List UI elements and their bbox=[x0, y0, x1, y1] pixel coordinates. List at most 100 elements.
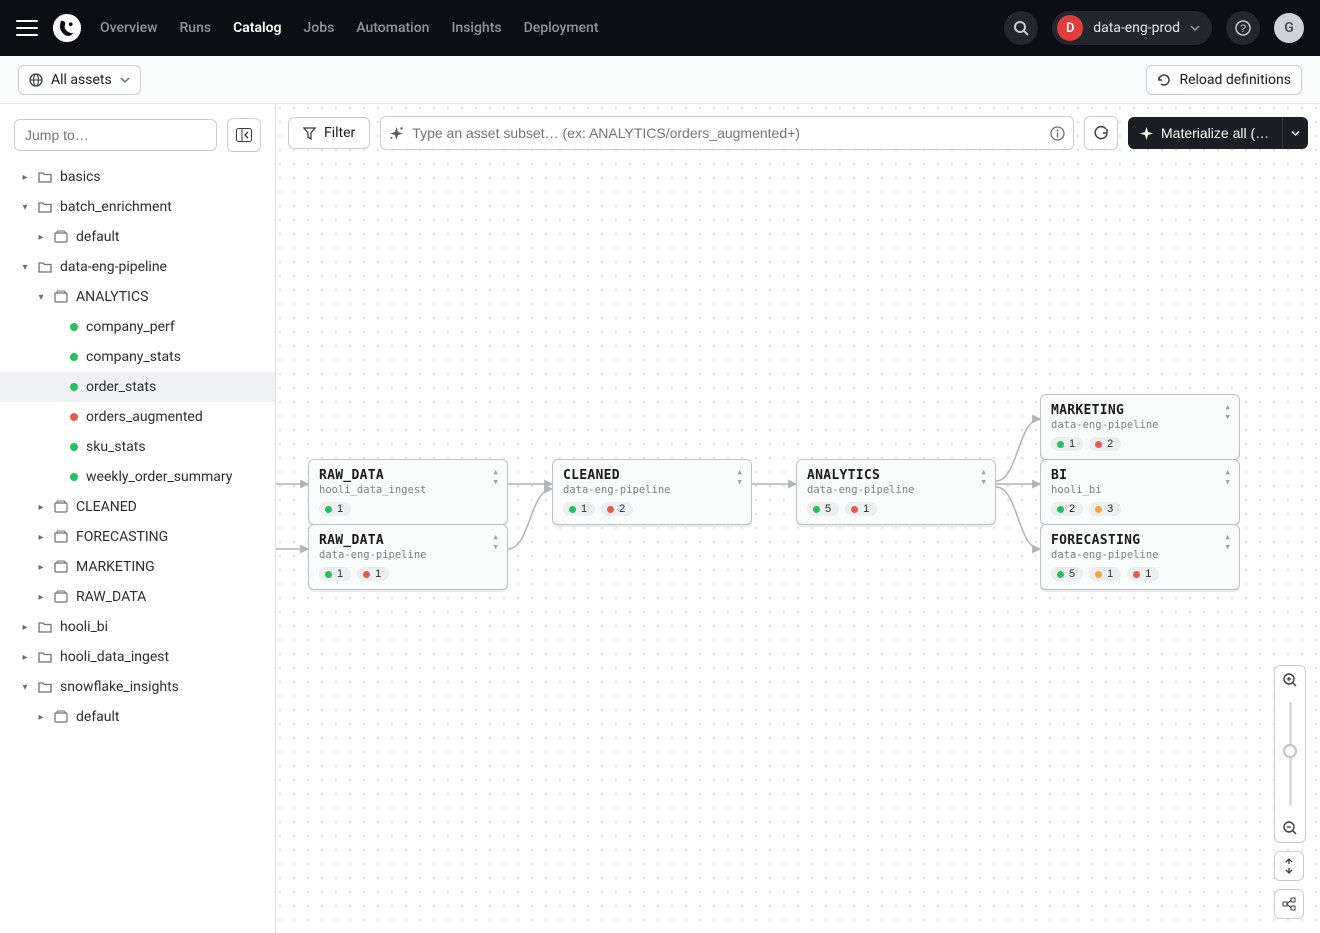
zoom-slider[interactable] bbox=[1275, 694, 1305, 814]
caret-down-icon: ▾ bbox=[20, 202, 30, 213]
nav-link-runs[interactable]: Runs bbox=[179, 20, 211, 36]
materialize-menu-button[interactable] bbox=[1282, 117, 1308, 149]
zoom-slider-thumb[interactable] bbox=[1283, 744, 1297, 758]
svg-text:?: ? bbox=[1240, 23, 1246, 35]
node-expand-button[interactable]: ▴▾ bbox=[1224, 467, 1231, 487]
zoom-slider-group bbox=[1274, 665, 1306, 843]
tree-item-cleaned[interactable]: ▸CLEANED bbox=[0, 492, 275, 522]
nav-link-deployment[interactable]: Deployment bbox=[524, 20, 599, 36]
layout-button[interactable] bbox=[1274, 889, 1304, 919]
subset-input[interactable] bbox=[412, 125, 1042, 141]
collapse-sidebar-button[interactable] bbox=[227, 118, 261, 152]
tree-item-weekly-order-summary[interactable]: weekly_order_summary bbox=[0, 462, 275, 492]
search-button[interactable] bbox=[1004, 11, 1038, 45]
tree-item-default[interactable]: ▸default bbox=[0, 222, 275, 252]
node-badges: 51 bbox=[807, 502, 985, 516]
node-badges: 23 bbox=[1051, 502, 1229, 516]
tree-item-company-perf[interactable]: company_perf bbox=[0, 312, 275, 342]
tree-item-hooli-bi[interactable]: ▸hooli_bi bbox=[0, 612, 275, 642]
tree-item-batch-enrichment[interactable]: ▾ batch_enrichment bbox=[0, 192, 275, 222]
fit-vertical-button[interactable] bbox=[1274, 851, 1304, 881]
caret-right-icon: ▸ bbox=[20, 172, 30, 183]
node-title: RAW_DATA bbox=[319, 533, 497, 548]
graph-node-forecasting[interactable]: FORECASTINGdata-eng-pipeline511▴▾ bbox=[1040, 524, 1240, 590]
assets-scope-button[interactable]: All assets bbox=[18, 65, 141, 95]
tree-item-label: batch_enrichment bbox=[60, 199, 172, 215]
tree-item-label: orders_augmented bbox=[86, 409, 203, 425]
subset-input-container bbox=[380, 116, 1074, 150]
graph-area[interactable]: Filter Materialize all (30)… bbox=[276, 104, 1320, 933]
workspace-selector[interactable]: D data-eng-prod bbox=[1052, 11, 1212, 45]
node-expand-button[interactable]: ▴▾ bbox=[980, 467, 987, 487]
graph-node-raw2[interactable]: RAW_DATAdata-eng-pipeline11▴▾ bbox=[308, 524, 508, 590]
node-expand-button[interactable]: ▴▾ bbox=[1224, 532, 1231, 552]
help-button[interactable]: ? bbox=[1226, 11, 1260, 45]
status-badge: 1 bbox=[563, 502, 595, 516]
search-icon bbox=[1013, 20, 1029, 36]
tree-item-sku-stats[interactable]: sku_stats bbox=[0, 432, 275, 462]
status-badge: 2 bbox=[1089, 437, 1121, 451]
node-title: FORECASTING bbox=[1051, 533, 1229, 548]
nav-link-jobs[interactable]: Jobs bbox=[304, 20, 335, 36]
refresh-graph-button[interactable] bbox=[1084, 116, 1118, 150]
graph-node-analytics[interactable]: ANALYTICSdata-eng-pipeline51▴▾ bbox=[796, 459, 996, 525]
tree-item-forecasting[interactable]: ▸FORECASTING bbox=[0, 522, 275, 552]
reload-definitions-button[interactable]: Reload definitions bbox=[1146, 65, 1302, 95]
tree-item-snowflake-insights[interactable]: ▾snowflake_insights bbox=[0, 672, 275, 702]
nav-link-automation[interactable]: Automation bbox=[356, 20, 429, 36]
status-badge: 5 bbox=[1051, 567, 1083, 581]
materialize-label: Materialize all (30)… bbox=[1161, 125, 1270, 141]
group-icon bbox=[54, 590, 68, 604]
materialize-all-button[interactable]: Materialize all (30)… bbox=[1128, 117, 1282, 149]
graph-canvas[interactable]: RAW_DATAhooli_data_ingest1▴▾ RAW_DATAdata… bbox=[276, 159, 1320, 933]
status-badge: 2 bbox=[601, 502, 633, 516]
node-expand-button[interactable]: ▴▾ bbox=[492, 467, 499, 487]
jump-to-input[interactable] bbox=[14, 119, 217, 151]
node-expand-button[interactable]: ▴▾ bbox=[736, 467, 743, 487]
node-title: BI bbox=[1051, 468, 1229, 483]
tree-item-analytics[interactable]: ▾ANALYTICS bbox=[0, 282, 275, 312]
node-subtitle: data-eng-pipeline bbox=[1051, 549, 1229, 561]
tree-item-raw-data[interactable]: ▸RAW_DATA bbox=[0, 582, 275, 612]
zoom-in-button[interactable] bbox=[1275, 666, 1305, 694]
filter-button[interactable]: Filter bbox=[288, 117, 370, 149]
node-badges: 11 bbox=[319, 567, 497, 581]
reload-icon bbox=[1157, 73, 1171, 87]
tree-item-marketing[interactable]: ▸MARKETING bbox=[0, 552, 275, 582]
tree-item-basics[interactable]: ▸basics bbox=[0, 162, 275, 192]
info-icon[interactable] bbox=[1050, 126, 1065, 141]
tree-item-default[interactable]: ▸default bbox=[0, 702, 275, 732]
tree-item-company-stats[interactable]: company_stats bbox=[0, 342, 275, 372]
node-subtitle: hooli_data_ingest bbox=[319, 484, 497, 496]
content: ▸basics▾batch_enrichment▸default▾data-en… bbox=[0, 104, 1320, 933]
tree-item-label: weekly_order_summary bbox=[86, 469, 232, 485]
graph-node-marketing[interactable]: MARKETINGdata-eng-pipeline12▴▾ bbox=[1040, 394, 1240, 460]
tree-item-data-eng-pipeline[interactable]: ▾data-eng-pipeline bbox=[0, 252, 275, 282]
graph-node-cleaned[interactable]: CLEANEDdata-eng-pipeline12▴▾ bbox=[552, 459, 752, 525]
collapse-panel-icon bbox=[236, 128, 252, 142]
chevron-down-icon bbox=[120, 75, 130, 85]
tree-item-hooli-data-ingest[interactable]: ▸hooli_data_ingest bbox=[0, 642, 275, 672]
sparkle-icon bbox=[389, 126, 404, 141]
menu-button[interactable] bbox=[16, 20, 38, 36]
tree-item-order-stats[interactable]: order_stats bbox=[0, 372, 275, 402]
graph-node-raw1[interactable]: RAW_DATAhooli_data_ingest1▴▾ bbox=[308, 459, 508, 525]
zoom-out-button[interactable] bbox=[1275, 814, 1305, 842]
graph-node-bi[interactable]: BIhooli_bi23▴▾ bbox=[1040, 459, 1240, 525]
chevron-down-icon bbox=[1190, 23, 1200, 33]
group-icon bbox=[54, 530, 68, 544]
node-expand-button[interactable]: ▴▾ bbox=[492, 532, 499, 552]
status-dot-icon bbox=[70, 473, 78, 481]
nav-link-catalog[interactable]: Catalog bbox=[233, 20, 281, 36]
nav-link-overview[interactable]: Overview bbox=[100, 20, 157, 36]
zoom-in-icon bbox=[1283, 673, 1297, 687]
nav-link-insights[interactable]: Insights bbox=[451, 20, 501, 36]
group-icon bbox=[54, 560, 68, 574]
status-dot-icon bbox=[70, 413, 78, 421]
user-avatar[interactable]: G bbox=[1274, 13, 1304, 43]
node-expand-button[interactable]: ▴▾ bbox=[1224, 402, 1231, 422]
help-icon: ? bbox=[1235, 20, 1251, 36]
status-badge: 3 bbox=[1089, 502, 1121, 516]
tree-item-orders-augmented[interactable]: orders_augmented bbox=[0, 402, 275, 432]
tree-item-label: default bbox=[76, 709, 120, 725]
